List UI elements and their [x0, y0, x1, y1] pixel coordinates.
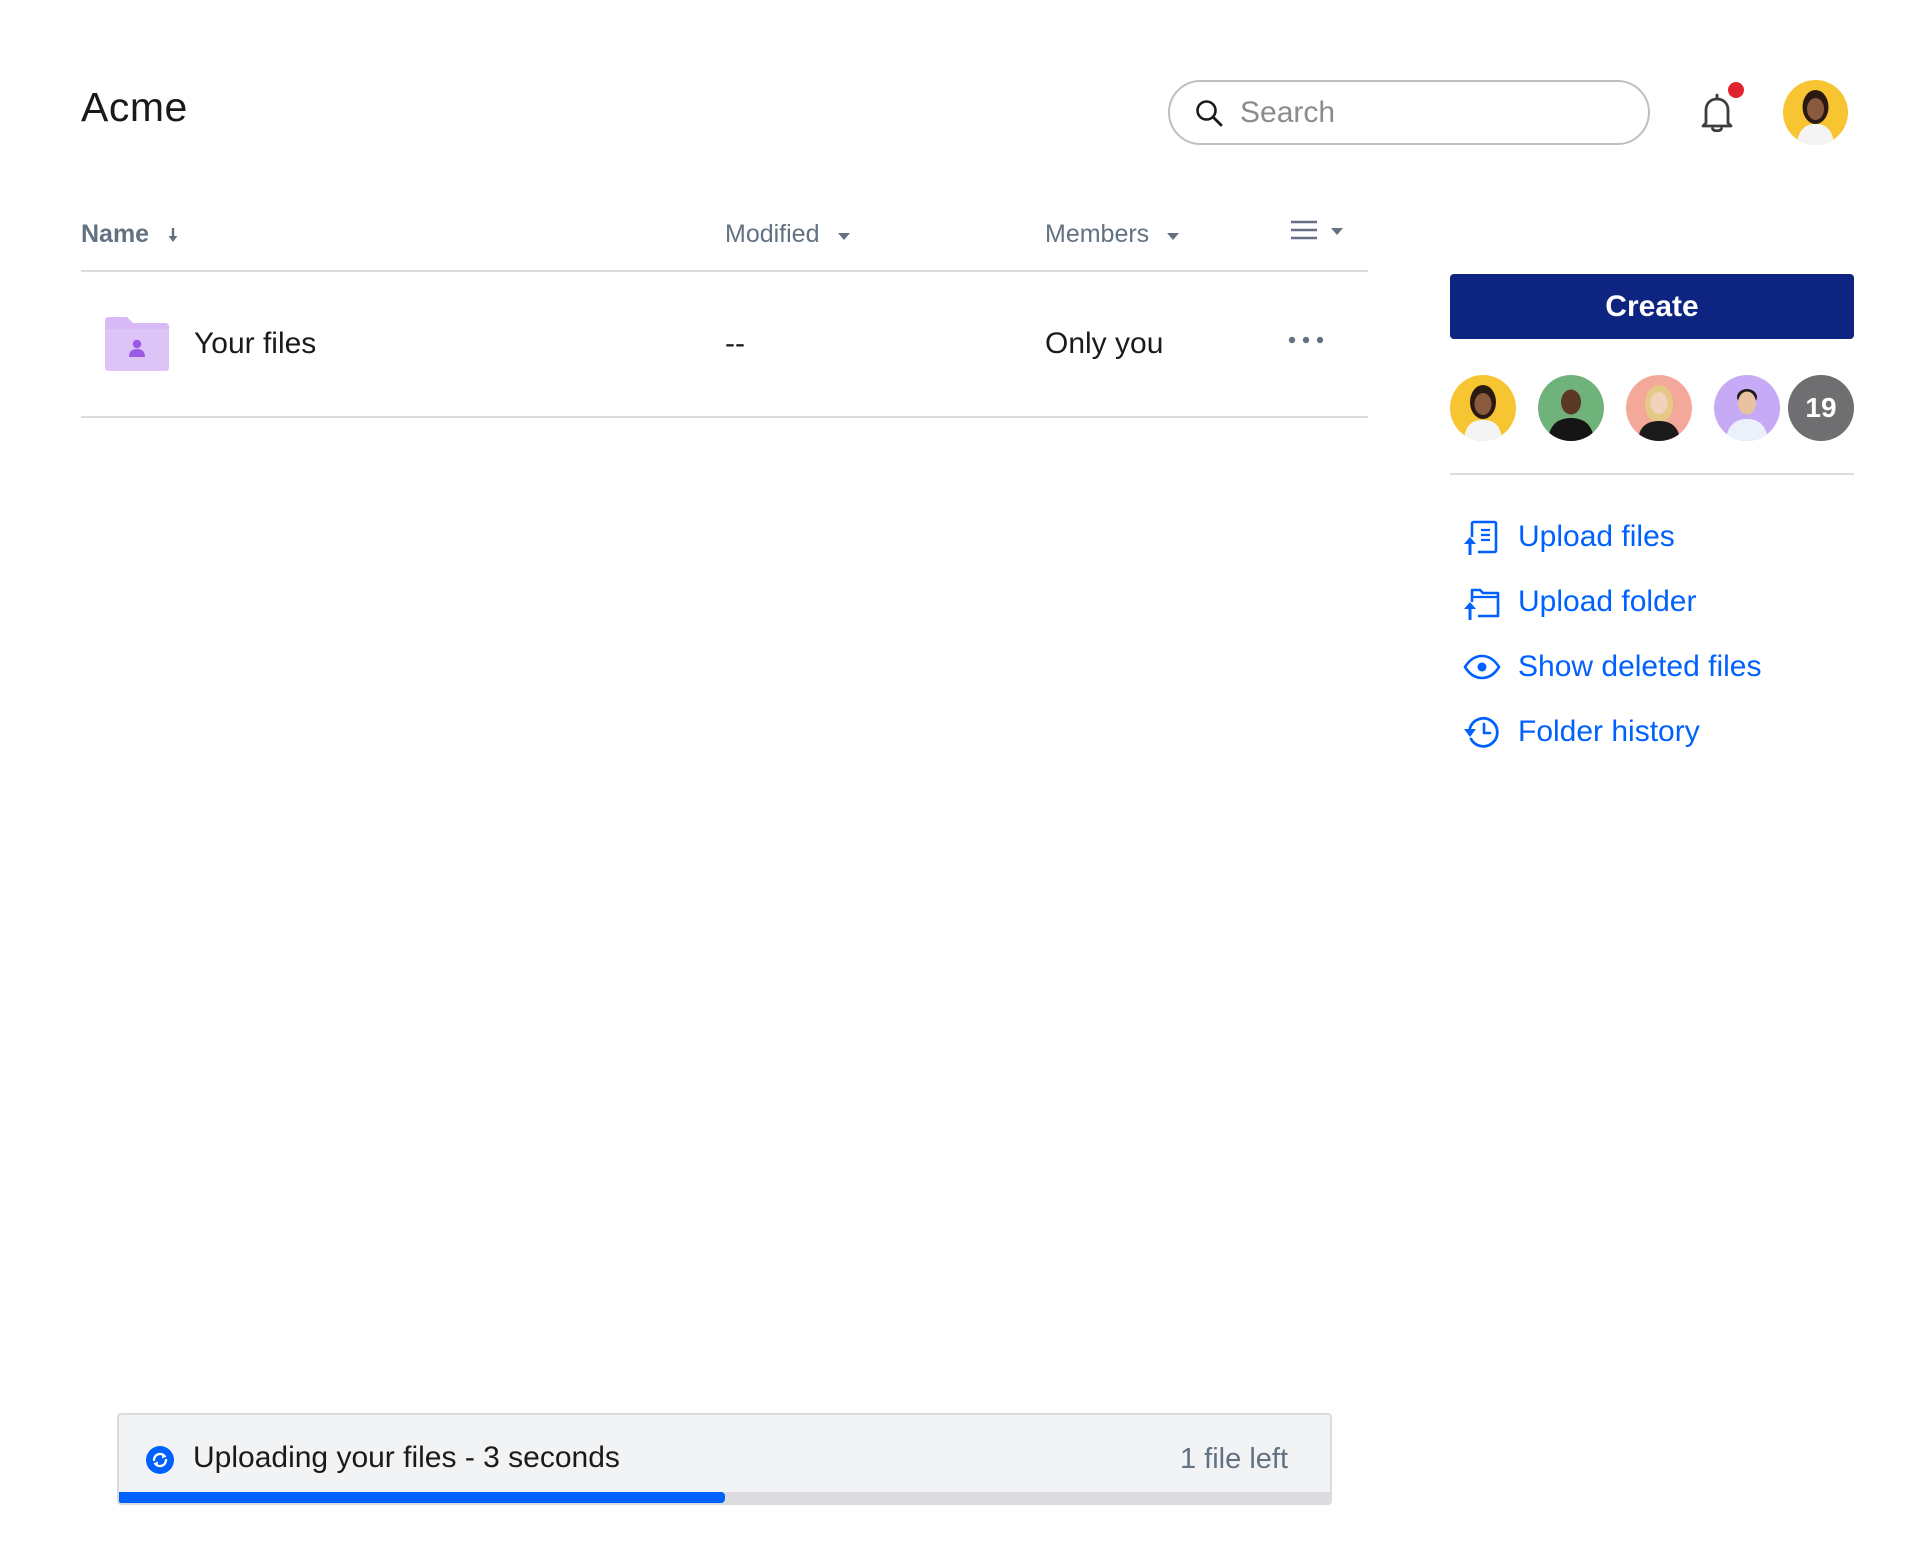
- eye-icon: [1463, 654, 1501, 680]
- team-name: Acme: [81, 84, 188, 130]
- divider: [1450, 473, 1854, 475]
- user-avatar[interactable]: [1783, 80, 1848, 145]
- view-options-button[interactable]: [1289, 218, 1343, 242]
- search-box[interactable]: [1168, 80, 1650, 145]
- file-members: Only you: [1045, 327, 1164, 360]
- person-icon: [1638, 385, 1680, 441]
- more-members-count[interactable]: 19: [1788, 375, 1854, 441]
- person-icon: [1726, 389, 1768, 441]
- page: Acme Name Modified: [0, 0, 1918, 1546]
- shared-folder-icon: [105, 317, 169, 371]
- column-name-header[interactable]: Name: [81, 220, 179, 249]
- upload-progress-bar: [119, 1492, 1330, 1503]
- notification-dot: [1728, 82, 1744, 98]
- upload-files-label: Upload files: [1518, 520, 1675, 553]
- member-avatar[interactable]: [1450, 375, 1516, 441]
- person-icon: [1797, 90, 1834, 145]
- folder-history-label: Folder history: [1518, 715, 1700, 748]
- upload-folder-label: Upload folder: [1518, 585, 1697, 618]
- history-icon: [1464, 716, 1499, 748]
- caret-down-icon: [1167, 232, 1180, 240]
- more-options-icon[interactable]: [1286, 334, 1326, 346]
- table-row[interactable]: Your files -- Only you: [81, 272, 1368, 418]
- person-icon: [1464, 385, 1502, 441]
- upload-folder-icon: [1464, 588, 1500, 620]
- column-modified-label: Modified: [725, 220, 820, 248]
- sync-icon: [146, 1446, 174, 1474]
- folder-history-link[interactable]: Folder history: [1462, 708, 1700, 756]
- upload-progress-fill: [119, 1492, 725, 1503]
- file-table-header: Name Modified Members: [81, 210, 1368, 272]
- upload-files-link[interactable]: Upload files: [1462, 513, 1675, 561]
- column-members-header[interactable]: Members: [1045, 220, 1180, 249]
- member-avatar[interactable]: [1626, 375, 1692, 441]
- show-deleted-files-link[interactable]: Show deleted files: [1462, 643, 1762, 691]
- column-members-label: Members: [1045, 220, 1150, 248]
- search-input[interactable]: [1238, 94, 1618, 131]
- sort-down-arrow-icon: [168, 227, 178, 242]
- upload-files-icon: [1464, 520, 1498, 555]
- column-modified-header[interactable]: Modified: [725, 220, 850, 249]
- create-button[interactable]: Create: [1450, 274, 1854, 339]
- caret-down-icon: [1331, 228, 1343, 235]
- show-deleted-files-label: Show deleted files: [1518, 650, 1762, 683]
- search-icon: [1196, 99, 1223, 126]
- member-avatars[interactable]: 19: [1450, 375, 1854, 441]
- member-avatar[interactable]: [1714, 375, 1780, 441]
- list-view-icon: [1291, 220, 1317, 240]
- file-name[interactable]: Your files: [194, 327, 316, 361]
- file-modified: --: [725, 327, 745, 360]
- upload-folder-link[interactable]: Upload folder: [1462, 578, 1696, 626]
- upload-status-text: Uploading your files - 3 seconds: [193, 1441, 620, 1474]
- column-name-label: Name: [81, 220, 150, 248]
- files-remaining: 1 file left: [1180, 1443, 1288, 1475]
- upload-status-bar: Uploading your files - 3 seconds 1 file …: [117, 1413, 1332, 1505]
- caret-down-icon: [837, 232, 850, 240]
- member-avatar[interactable]: [1538, 375, 1604, 441]
- person-icon: [1548, 389, 1594, 441]
